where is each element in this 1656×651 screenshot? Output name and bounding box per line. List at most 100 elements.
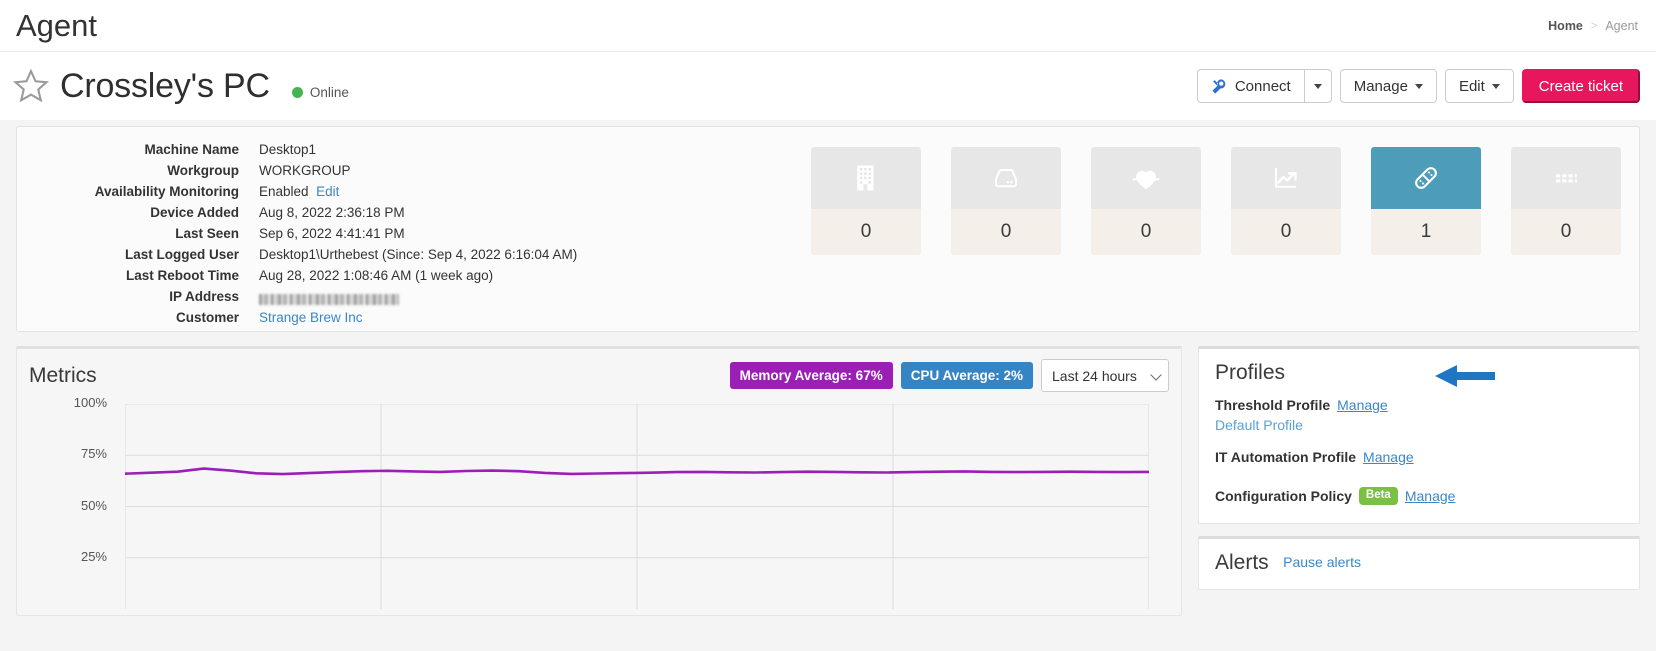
patch-icon (1371, 147, 1481, 209)
heartbeat-icon (1091, 147, 1201, 209)
connect-split-button: Connect (1196, 69, 1332, 103)
metrics-chart: 100% 75% 50% 25% (29, 395, 1169, 609)
connect-label: Connect (1234, 77, 1291, 95)
it-automation-profile-label: IT Automation Profile (1215, 449, 1357, 465)
info-row: IP Address (17, 286, 597, 307)
grid-icon (1511, 147, 1621, 209)
metrics-controls: Memory Average: 67% CPU Average: 2% Last… (729, 359, 1169, 392)
info-row-label: IP Address (169, 289, 239, 304)
breadcrumb: Home > Agent (1548, 19, 1638, 33)
stat-tile-count: 0 (811, 209, 921, 255)
lower-region: Metrics Memory Average: 67% CPU Average:… (16, 346, 1640, 616)
connect-dropdown-toggle[interactable] (1303, 69, 1332, 103)
chart-y-tick-label: 100% (73, 395, 107, 410)
info-row-link[interactable]: Strange Brew Inc (259, 310, 363, 325)
info-row-link[interactable]: Edit (316, 184, 339, 199)
create-ticket-button[interactable]: Create ticket (1521, 69, 1640, 103)
time-range-select[interactable]: Last 24 hoursLast 7 daysLast 30 days (1041, 359, 1169, 392)
breadcrumb-separator: > (1590, 19, 1598, 32)
page-title: Agent (16, 8, 98, 43)
info-row: Customer Strange Brew Inc (17, 307, 597, 328)
stat-tile-grid[interactable]: 0 (1511, 147, 1621, 255)
info-row-label: Last Seen (175, 226, 239, 241)
agent-name: Crossley's PC (60, 66, 270, 105)
info-row: Workgroup WORKGROUP (17, 160, 597, 181)
info-row-label: Availability Monitoring (94, 184, 239, 199)
connect-button[interactable]: Connect (1196, 69, 1304, 103)
stat-tile-chart-line[interactable]: 0 (1231, 147, 1341, 255)
manage-label: Manage (1353, 77, 1408, 95)
beta-badge: Beta (1358, 487, 1398, 505)
chart-plot-area (123, 403, 1151, 609)
info-row-value: Desktop1 (259, 142, 317, 157)
chevron-down-icon (1313, 83, 1322, 89)
chart-y-tick-label: 25% (80, 548, 107, 564)
configuration-policy-manage-link[interactable]: Manage (1405, 488, 1456, 504)
info-row: Availability Monitoring Enabled Edit (17, 181, 597, 202)
stat-tiles: 000010 (811, 147, 1621, 255)
manage-button[interactable]: Manage (1339, 69, 1437, 103)
stat-tile-building[interactable]: 0 (811, 147, 921, 255)
info-row-label: Last Logged User (124, 247, 239, 262)
star-outline-icon[interactable] (12, 67, 50, 105)
agent-identity: Crossley's PC Online (12, 67, 349, 106)
metrics-header: Metrics Memory Average: 67% CPU Average:… (29, 359, 1169, 392)
threshold-profile-manage-link[interactable]: Manage (1337, 397, 1388, 413)
threshold-profile-value[interactable]: Default Profile (1215, 417, 1623, 433)
info-row: Device Added Aug 8, 2022 2:36:18 PM (17, 202, 597, 223)
edit-label: Edit (1458, 77, 1485, 95)
info-row-label: Machine Name (144, 142, 239, 157)
alerts-title: Alerts (1215, 550, 1269, 574)
status-dot-icon (291, 86, 303, 98)
building-icon (811, 147, 921, 209)
top-bar: Agent Home > Agent (0, 0, 1656, 52)
chevron-down-icon (1414, 83, 1423, 89)
info-row-value: Enabled Edit (259, 184, 340, 199)
info-row-value: Aug 8, 2022 2:36:18 PM (259, 205, 405, 220)
stat-tile-count: 0 (1511, 209, 1621, 255)
threshold-profile-row: Threshold Profile Manage (1215, 397, 1623, 413)
agent-info-list: Machine Name Desktop1 Workgroup WORKGROUP Av… (17, 139, 597, 328)
pause-alerts-link[interactable]: Pause alerts (1283, 554, 1361, 570)
configuration-policy-label: Configuration Policy (1215, 487, 1352, 504)
info-row-value (239, 286, 399, 307)
it-automation-profile-row: IT Automation Profile Manage (1215, 449, 1623, 465)
agent-header: Crossley's PC Online Connect Manage Edit… (0, 52, 1656, 120)
chevron-down-icon (1491, 83, 1500, 89)
stat-tile-count: 1 (1371, 209, 1481, 255)
info-row: Last Reboot Time Aug 28, 2022 1:08:46 AM … (17, 265, 597, 286)
redacted-ip-address (259, 293, 399, 305)
alerts-panel: Alerts Pause alerts (1198, 535, 1640, 590)
breadcrumb-current: Agent (1605, 18, 1638, 33)
memory-average-badge[interactable]: Memory Average: 67% (729, 362, 893, 389)
metrics-title: Metrics (29, 363, 97, 387)
edit-button[interactable]: Edit (1444, 69, 1514, 103)
info-row-value: Strange Brew Inc (239, 307, 363, 328)
chart-line-icon (1231, 147, 1341, 209)
stat-tile-count: 0 (951, 209, 1061, 255)
cpu-average-badge[interactable]: CPU Average: 2% (900, 362, 1033, 389)
metrics-panel: Metrics Memory Average: 67% CPU Average:… (16, 346, 1182, 616)
status-label: Online (309, 84, 349, 100)
stat-tile-count: 0 (1231, 209, 1341, 255)
chart-y-tick-label: 50% (80, 497, 107, 513)
stat-tile-heartbeat[interactable]: 0 (1091, 147, 1201, 255)
stat-tile-hard-drive[interactable]: 0 (951, 147, 1061, 255)
info-row: Machine Name Desktop1 (17, 139, 597, 160)
profiles-title: Profiles (1215, 361, 1286, 384)
it-automation-profile-manage-link[interactable]: Manage (1363, 449, 1414, 465)
info-row-label: Device Added (150, 205, 239, 220)
action-buttons: Connect Manage Edit Create ticket (1196, 69, 1640, 103)
breadcrumb-home[interactable]: Home (1548, 19, 1583, 33)
chart-y-tick-label: 75% (80, 446, 107, 462)
info-row-value: Sep 6, 2022 4:41:41 PM (259, 226, 405, 241)
stat-tile-patch[interactable]: 1 (1371, 147, 1481, 255)
info-row-label: Workgroup (167, 163, 239, 178)
info-row-value: Desktop1\Urthebest (Since: Sep 4, 2022 6… (259, 247, 578, 262)
info-row-value: WORKGROUP (259, 163, 351, 178)
info-row-label: Customer (175, 310, 239, 325)
info-row-label: Last Reboot Time (125, 268, 239, 283)
hard-drive-icon (951, 147, 1061, 209)
info-row: Last Seen Sep 6, 2022 4:41:41 PM (17, 223, 597, 244)
